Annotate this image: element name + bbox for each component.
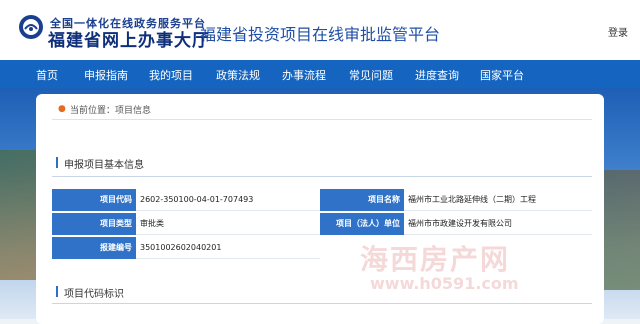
main-nav: 首页 申报指南 我的项目 政策法规 办事流程 常见问题 进度查询 国家平台: [0, 60, 640, 88]
site-title[interactable]: 福建省投资项目在线审批监管平台: [200, 21, 440, 45]
field-value-project-type: 审批类: [136, 213, 320, 235]
field-label-project-name: 项目名称: [320, 189, 404, 211]
breadcrumb: 当前位置：项目信息: [70, 106, 152, 116]
nav-item-policies[interactable]: 政策法规: [216, 67, 260, 83]
section-divider: [52, 303, 592, 304]
field-value-filing-number: 3501002602040201: [136, 237, 320, 259]
nav-item-progress[interactable]: 进度查询: [415, 67, 459, 83]
field-label-legal-entity: 项目（法人）单位: [320, 213, 404, 235]
watermark-text: 海西房产网: [360, 243, 511, 276]
field-value-project-name: 福州市工业北路延伸线（二期）工程: [404, 189, 592, 211]
nav-item-national-platform[interactable]: 国家平台: [480, 67, 524, 83]
location-pin-icon: ●: [58, 104, 66, 114]
field-value-legal-entity: 福州市市政建设开发有限公司: [404, 213, 592, 235]
nav-item-process[interactable]: 办事流程: [282, 67, 326, 83]
field-label-filing-number: 报建编号: [52, 237, 136, 259]
nav-item-my-projects[interactable]: 我的项目: [149, 67, 193, 83]
field-label-project-code: 项目代码: [52, 189, 136, 211]
field-value-project-code: 2602-350100-04-01-707493: [136, 189, 320, 211]
nav-item-faq[interactable]: 常见问题: [349, 67, 393, 83]
section-title-code-label: 项目代码标识: [64, 289, 124, 300]
section-divider: [52, 176, 592, 177]
breadcrumb-divider: [52, 119, 592, 120]
government-emblem-icon: [19, 15, 43, 39]
portal-title[interactable]: 福建省网上办事大厅: [48, 26, 210, 51]
background-scenery-left: [0, 150, 40, 280]
nav-item-home[interactable]: 首页: [36, 67, 58, 83]
top-header: 全国一体化在线政务服务平台 福建省网上办事大厅 福建省投资项目在线审批监管平台 …: [0, 0, 640, 60]
login-link[interactable]: 登录: [608, 24, 628, 39]
field-label-project-type: 项目类型: [52, 213, 136, 235]
section-marker-icon: [56, 157, 58, 168]
watermark-url: www.h0591.com: [370, 274, 519, 293]
section-marker-icon: [56, 286, 58, 297]
nav-item-guide[interactable]: 申报指南: [84, 67, 128, 83]
background-scenery-right: [600, 170, 640, 290]
section-title-basic-info: 申报项目基本信息: [64, 160, 144, 171]
